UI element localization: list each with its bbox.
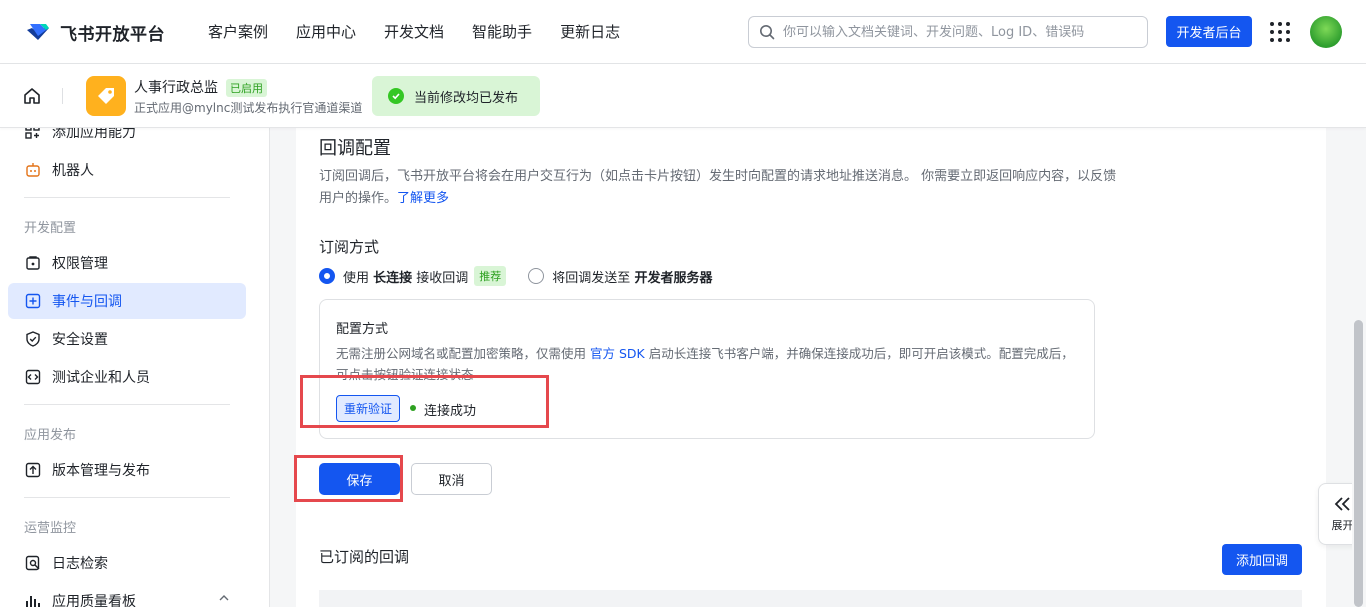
sidebar-item-version-release[interactable]: 版本管理与发布: [8, 452, 246, 488]
option-developer-server-label[interactable]: 将回调发送至 开发者服务器: [552, 267, 712, 286]
option-bold-text: 开发者服务器: [634, 270, 713, 286]
publish-status-text: 当前修改均已发布: [414, 90, 519, 106]
subscribed-callbacks-title: 已订阅的回调: [319, 548, 410, 566]
app-subtitle: 正式应用@mylnc测试发布执行官通道渠道: [134, 101, 363, 115]
config-text: 无需注册公网域名或配置加密策略，仅需使用: [336, 346, 590, 361]
top-navigation-bar: 飞书开放平台 客户案例 应用中心 开发文档 智能助手 更新日志 开发者后台: [0, 0, 1366, 64]
apps-grid-icon[interactable]: [1270, 22, 1290, 42]
search-box[interactable]: [748, 16, 1148, 48]
annotation-highlight-box: [300, 375, 549, 428]
sidebar-item-label: 机器人: [52, 163, 94, 179]
sidebar-item-permissions[interactable]: 权限管理: [8, 245, 246, 281]
code-icon: [25, 369, 41, 385]
sidebar-item-label: 权限管理: [52, 256, 108, 272]
option-text: 将回调发送至: [552, 270, 635, 286]
expand-label: 展开: [1331, 519, 1354, 532]
subscription-options: 使用 长连接 接收回调 推荐 将回调发送至 开发者服务器: [319, 266, 712, 286]
divider: [24, 497, 230, 498]
section-description: 订阅回调后，飞书开放平台将会在用户交互行为（如点击卡片按钮）发生时向配置的请求地…: [319, 166, 1119, 210]
sidebar-group-title: 应用发布: [24, 428, 77, 443]
bar-chart-icon: [26, 596, 40, 607]
event-icon: [25, 293, 41, 309]
shield-icon: [26, 331, 40, 347]
sidebar-item-test-enterprise[interactable]: 测试企业和人员: [8, 359, 246, 395]
callbacks-table-header: [319, 590, 1302, 607]
sidebar-item-quality-dashboard[interactable]: 应用质量看板: [8, 583, 246, 607]
nav-link-changelog[interactable]: 更新日志: [560, 21, 620, 42]
page-title: 回调配置: [319, 138, 391, 159]
tag-icon: [98, 88, 114, 104]
sidebar-item-log-search[interactable]: 日志检索: [8, 545, 246, 581]
double-chevron-left-icon: [1334, 497, 1350, 511]
status-badge: 已启用: [226, 79, 267, 97]
divider: [24, 404, 230, 405]
nav-link-assistant[interactable]: 智能助手: [472, 21, 532, 42]
option-long-connection-label[interactable]: 使用 长连接 接收回调: [343, 267, 468, 286]
sidebar-item-label: 添加应用能力: [52, 128, 136, 141]
main-nav: 客户案例 应用中心 开发文档 智能助手 更新日志: [208, 21, 648, 42]
chevron-up-icon[interactable]: [218, 592, 230, 604]
publish-status-banner: 当前修改均已发布: [372, 76, 540, 116]
home-icon[interactable]: [22, 86, 42, 106]
search-icon: [760, 25, 775, 40]
lock-icon: [26, 256, 40, 270]
sidebar-group-title: 开发配置: [24, 221, 77, 236]
recommended-badge: 推荐: [474, 266, 507, 286]
sidebar-item-label: 事件与回调: [52, 294, 122, 310]
config-method-title: 配置方式: [336, 322, 389, 337]
sidebar-group-title: 运营监控: [24, 521, 77, 536]
sidebar: 添加应用能力 机器人 开发配置 权限管理 事件与回调 安全设置 测试企业和人员 …: [0, 128, 270, 607]
brand-logo[interactable]: 飞书开放平台: [24, 18, 165, 46]
feishu-logo-icon: [27, 24, 49, 40]
nav-link-app-center[interactable]: 应用中心: [296, 21, 356, 42]
learn-more-link[interactable]: 了解更多: [397, 191, 449, 206]
robot-icon: [26, 163, 40, 177]
sidebar-item-label: 安全设置: [52, 332, 108, 348]
app-icon: [86, 76, 126, 116]
app-name: 人事行政总监: [134, 80, 218, 96]
sidebar-item-security[interactable]: 安全设置: [8, 321, 246, 357]
sidebar-item-label: 测试企业和人员: [52, 370, 150, 386]
nav-link-docs[interactable]: 开发文档: [384, 21, 444, 42]
grid-add-icon: [25, 128, 40, 139]
divider: [24, 197, 230, 198]
option-text: 接收回调: [412, 270, 469, 286]
scrollbar-thumb[interactable]: [1354, 320, 1363, 607]
search-input[interactable]: [783, 24, 1133, 40]
option-bold-text: 长连接: [373, 270, 413, 286]
divider: [62, 88, 63, 104]
cancel-button[interactable]: 取消: [411, 463, 492, 495]
user-avatar[interactable]: [1310, 16, 1342, 48]
sidebar-item-events-callbacks[interactable]: 事件与回调: [8, 283, 246, 319]
developer-console-button[interactable]: 开发者后台: [1166, 16, 1252, 47]
upload-icon: [25, 462, 41, 478]
sdk-link[interactable]: 官方 SDK: [590, 346, 645, 361]
radio-developer-server[interactable]: [528, 268, 545, 284]
sidebar-item-add-capability[interactable]: 添加应用能力: [8, 128, 246, 150]
sidebar-item-label: 应用质量看板: [52, 594, 136, 607]
option-text: 使用: [343, 270, 374, 286]
check-circle-icon: [388, 88, 404, 104]
nav-link-cases[interactable]: 客户案例: [208, 21, 268, 42]
sidebar-item-label: 版本管理与发布: [52, 463, 150, 479]
add-callback-button[interactable]: 添加回调: [1222, 544, 1302, 575]
annotation-highlight-box: [294, 455, 403, 502]
app-header-bar: 人事行政总监 已启用 正式应用@mylnc测试发布执行官通道渠道 当前修改均已发…: [0, 64, 1366, 128]
log-search-icon: [25, 555, 40, 571]
sidebar-item-robot[interactable]: 机器人: [8, 152, 246, 188]
brand-name: 飞书开放平台: [60, 24, 165, 45]
subscription-method-title: 订阅方式: [319, 238, 380, 256]
radio-long-connection[interactable]: [319, 268, 335, 284]
sidebar-item-label: 日志检索: [52, 556, 108, 572]
